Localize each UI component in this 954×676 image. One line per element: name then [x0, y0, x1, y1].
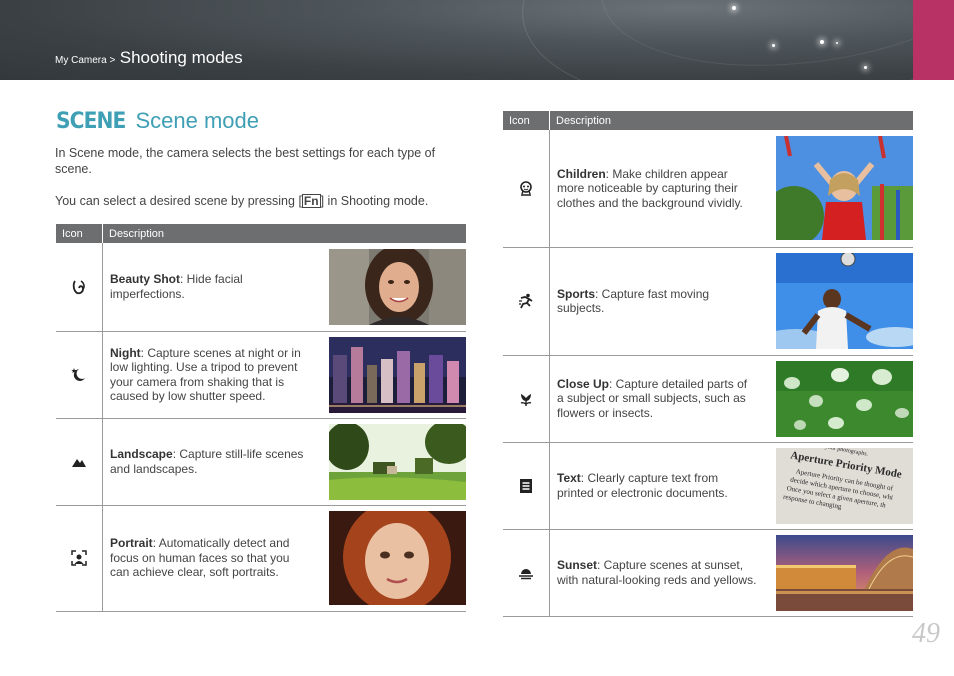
- scene-name: Night: [110, 345, 141, 360]
- table-row: Landscape: Capture still-life scenes and…: [56, 418, 466, 506]
- scene-table-right: Icon Description Children: Make children…: [503, 111, 913, 617]
- table-row: Text: Clearly capture text from printed …: [503, 442, 913, 530]
- landscape-icon: [72, 458, 86, 467]
- instruction-paragraph: You can select a desired scene by pressi…: [55, 193, 455, 209]
- portrait-icon: [71, 550, 87, 566]
- table-row: Portrait: Automatically detect and focus…: [56, 505, 466, 612]
- text-icon: [520, 478, 532, 493]
- table-header: Icon Description: [56, 224, 466, 243]
- row-text: Beauty Shot: Hide facial imperfections.: [103, 272, 310, 301]
- title-text: Scene mode: [135, 108, 259, 133]
- column-header-description: Description: [549, 111, 913, 130]
- breadcrumb: My Camera > Shooting modes: [55, 48, 243, 68]
- sparkle: [772, 44, 775, 47]
- description-cell: Text: Clearly capture text from printed …: [549, 442, 913, 530]
- scene-name: Beauty Shot: [110, 272, 181, 287]
- night-icon: [71, 367, 85, 381]
- icon-cell: [503, 247, 550, 356]
- sunset-icon: [519, 568, 533, 579]
- smiling-woman-photo: [329, 248, 466, 325]
- scene-name: Sunset: [557, 558, 598, 572]
- sparkle: [836, 42, 838, 44]
- description-cell: Close Up: Capture detailed parts of a su…: [549, 355, 913, 443]
- scene-table-left: Icon Description Beauty Shot: Hide facia…: [56, 224, 466, 612]
- icon-cell: [56, 505, 103, 612]
- description-cell: Portrait: Automatically detect and focus…: [102, 505, 466, 612]
- description-cell: Children: Make children appear more noti…: [549, 130, 913, 248]
- description-cell: Night: Capture scenes at night or in low…: [102, 331, 466, 419]
- row-text: Portrait: Automatically detect and focus…: [103, 536, 310, 580]
- scene-name: Landscape: [110, 447, 173, 461]
- fn-key-icon: Fn: [301, 194, 321, 208]
- description-cell: Landscape: Capture still-life scenes and…: [102, 418, 466, 506]
- breadcrumb-current: Shooting modes: [119, 48, 243, 67]
- scene-name: Children: [557, 166, 606, 181]
- table-row: Night: Capture scenes at night or in low…: [56, 331, 466, 419]
- water-drops-photo: [776, 360, 913, 437]
- table-row: Close Up: Capture detailed parts of a su…: [503, 355, 913, 443]
- child-playground-photo: [776, 136, 913, 241]
- table-row: Children: Make children appear more noti…: [503, 130, 913, 248]
- page-number: 49: [912, 618, 940, 649]
- row-text: Landscape: Capture still-life scenes and…: [103, 447, 310, 476]
- scene-name: Text: [557, 471, 581, 485]
- instruction-text-end: ] in Shooting mode.: [320, 194, 429, 208]
- column-header-icon: Icon: [56, 224, 103, 243]
- column-header-description: Description: [102, 224, 466, 243]
- icon-cell: [56, 243, 103, 332]
- breadcrumb-parent[interactable]: My Camera >: [55, 55, 115, 66]
- scene-mode-icon: SCENE: [56, 108, 126, 134]
- printed-text-photo: of your photographs. Aperture Priority M…: [776, 447, 913, 524]
- beauty-shot-icon: [72, 280, 85, 294]
- description-cell: Sports: Capture fast moving subjects.: [549, 247, 913, 356]
- sunset-building-photo: [776, 534, 913, 611]
- sports-icon: [519, 293, 533, 309]
- table-row: Sports: Capture fast moving subjects.: [503, 247, 913, 356]
- icon-cell: [56, 331, 103, 419]
- row-text: Sports: Capture fast moving subjects.: [550, 287, 757, 316]
- table-row: Beauty Shot: Hide facial imperfections.: [56, 243, 466, 332]
- scene-name: Close Up: [557, 376, 610, 391]
- page-header: My Camera > Shooting modes: [0, 0, 954, 80]
- header-accent-tab: [913, 0, 954, 80]
- children-icon: [520, 181, 532, 196]
- icon-cell: [503, 355, 550, 443]
- page-title: SCENE Scene mode: [56, 108, 259, 134]
- scene-description: : Clearly capture text from printed or e…: [557, 471, 728, 500]
- park-landscape-photo: [329, 423, 466, 500]
- row-text: Night: Capture scenes at night or in low…: [103, 346, 310, 404]
- sparkle: [864, 66, 867, 69]
- scene-name: Sports: [557, 286, 596, 301]
- icon-cell: [503, 130, 550, 248]
- column-header-icon: Icon: [503, 111, 550, 130]
- row-text: Text: Clearly capture text from printed …: [550, 471, 757, 500]
- city-night-photo: [329, 336, 466, 413]
- table-row: Sunset: Capture scenes at sunset, with n…: [503, 529, 913, 617]
- row-text: Close Up: Capture detailed parts of a su…: [550, 377, 757, 421]
- table-header: Icon Description: [503, 111, 913, 130]
- icon-cell: [56, 418, 103, 506]
- instruction-text-start: You can select a desired scene by pressi…: [55, 194, 302, 208]
- sparkle: [820, 40, 824, 44]
- close-up-icon: [520, 393, 532, 406]
- description-cell: Sunset: Capture scenes at sunset, with n…: [549, 529, 913, 617]
- scene-name: Portrait: [110, 536, 153, 551]
- icon-cell: [503, 442, 550, 530]
- soccer-player-photo: [776, 253, 913, 349]
- description-cell: Beauty Shot: Hide facial imperfections.: [102, 243, 466, 332]
- icon-cell: [503, 529, 550, 617]
- girl-portrait-photo: [329, 511, 466, 605]
- row-text: Children: Make children appear more noti…: [550, 167, 757, 211]
- sparkle: [732, 6, 736, 10]
- row-text: Sunset: Capture scenes at sunset, with n…: [550, 558, 757, 587]
- intro-paragraph: In Scene mode, the camera selects the be…: [55, 146, 436, 176]
